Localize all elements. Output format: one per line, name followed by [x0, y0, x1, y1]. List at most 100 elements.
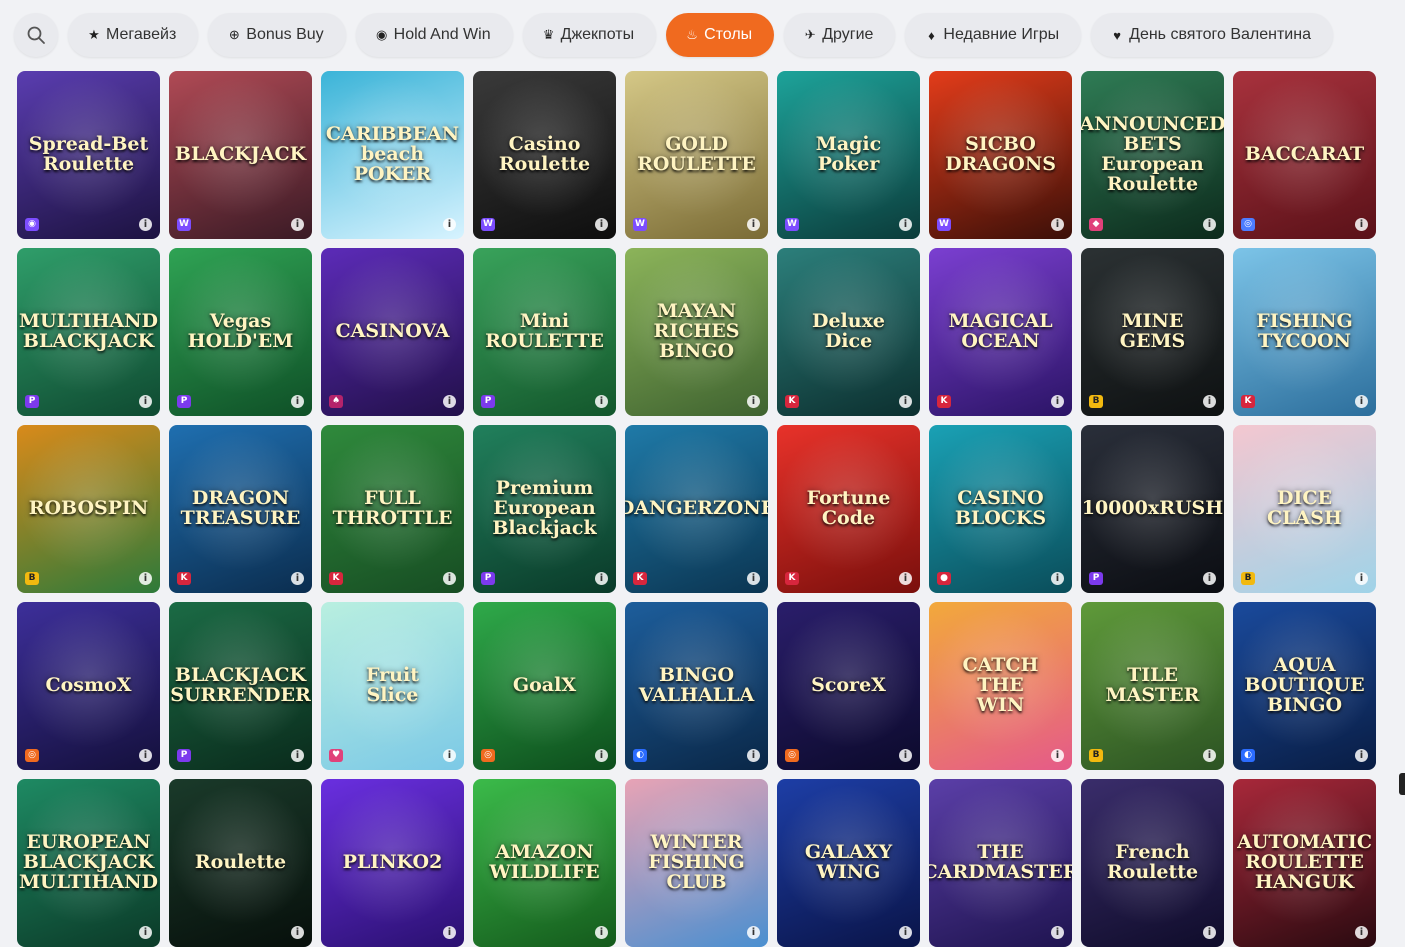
game-tile[interactable]: 10000xRUSH Pi: [1081, 425, 1224, 593]
info-icon[interactable]: i: [899, 749, 912, 762]
category-tab-3[interactable]: ♛ Джекпоты: [522, 13, 657, 57]
side-scroll-handle[interactable]: [1399, 773, 1405, 795]
info-icon[interactable]: i: [1203, 926, 1216, 939]
info-icon[interactable]: i: [747, 749, 760, 762]
game-tile[interactable]: BLACKJACK SURRENDER Pi: [169, 602, 312, 770]
category-tab-7[interactable]: ♥ День святого Валентина: [1091, 13, 1333, 57]
info-icon[interactable]: i: [595, 572, 608, 585]
game-tile[interactable]: EUROPEAN BLACKJACK MULTIHAND i: [17, 779, 160, 947]
game-tile[interactable]: GALAXY WING i: [777, 779, 920, 947]
info-icon[interactable]: i: [899, 572, 912, 585]
info-icon[interactable]: i: [139, 218, 152, 231]
game-tile[interactable]: DRAGON TREASURE Ki: [169, 425, 312, 593]
info-icon[interactable]: i: [747, 926, 760, 939]
game-tile[interactable]: French Roulette i: [1081, 779, 1224, 947]
info-icon[interactable]: i: [139, 926, 152, 939]
info-icon[interactable]: i: [747, 218, 760, 231]
info-icon[interactable]: i: [595, 749, 608, 762]
game-tile[interactable]: GOLD ROULETTE Wi: [625, 71, 768, 239]
info-icon[interactable]: i: [595, 926, 608, 939]
info-icon[interactable]: i: [1355, 218, 1368, 231]
info-icon[interactable]: i: [1203, 218, 1216, 231]
game-tile[interactable]: AUTOMATIC ROULETTE HANGUK i: [1233, 779, 1376, 947]
info-icon[interactable]: i: [1051, 218, 1064, 231]
game-tile[interactable]: CARIBBEAN beach POKER i: [321, 71, 464, 239]
info-icon[interactable]: i: [139, 749, 152, 762]
game-tile[interactable]: THE CARDMASTER i: [929, 779, 1072, 947]
info-icon[interactable]: i: [291, 749, 304, 762]
info-icon[interactable]: i: [899, 218, 912, 231]
category-tab-0[interactable]: ★ Мегавейз: [68, 13, 199, 57]
category-tab-5[interactable]: ✈ Другие: [784, 13, 896, 57]
info-icon[interactable]: i: [443, 749, 456, 762]
info-icon[interactable]: i: [1051, 749, 1064, 762]
info-icon[interactable]: i: [1203, 749, 1216, 762]
info-icon[interactable]: i: [1051, 572, 1064, 585]
info-icon[interactable]: i: [443, 572, 456, 585]
game-tile[interactable]: FISHING TYCOON Ki: [1233, 248, 1376, 416]
game-tile[interactable]: DANGERZONE Ki: [625, 425, 768, 593]
info-icon[interactable]: i: [139, 572, 152, 585]
game-tile[interactable]: SICBO DRAGONS Wi: [929, 71, 1072, 239]
game-tile[interactable]: Fruit Slice ♥ i: [321, 602, 464, 770]
info-icon[interactable]: i: [1355, 572, 1368, 585]
game-tile[interactable]: Deluxe Dice Ki: [777, 248, 920, 416]
search-button[interactable]: [14, 13, 58, 57]
info-icon[interactable]: i: [1051, 926, 1064, 939]
game-tile[interactable]: ANNOUNCED BETS European Roulette ◆ i: [1081, 71, 1224, 239]
game-tile[interactable]: Vegas HOLD'EM Pi: [169, 248, 312, 416]
game-tile[interactable]: BINGO VALHALLA ◐ i: [625, 602, 768, 770]
game-tile[interactable]: GoalX ◎ i: [473, 602, 616, 770]
info-icon[interactable]: i: [1355, 749, 1368, 762]
game-tile[interactable]: WINTER FISHING CLUB i: [625, 779, 768, 947]
info-icon[interactable]: i: [747, 395, 760, 408]
info-icon[interactable]: i: [139, 395, 152, 408]
info-icon[interactable]: i: [291, 395, 304, 408]
game-tile[interactable]: Mini ROULETTE Pi: [473, 248, 616, 416]
game-tile[interactable]: AQUA BOUTIQUE BINGO ◐ i: [1233, 602, 1376, 770]
category-tab-4[interactable]: ♨ Столы: [666, 13, 775, 57]
game-tile[interactable]: Premium European Blackjack Pi: [473, 425, 616, 593]
category-tab-2[interactable]: ◉ Hold And Win: [355, 13, 513, 57]
info-icon[interactable]: i: [747, 572, 760, 585]
info-icon[interactable]: i: [1203, 572, 1216, 585]
info-icon[interactable]: i: [443, 395, 456, 408]
game-tile[interactable]: CASINOVA ♠ i: [321, 248, 464, 416]
game-tile[interactable]: CASINO BLOCKS ● i: [929, 425, 1072, 593]
game-tile[interactable]: MAYAN RICHES BINGO i: [625, 248, 768, 416]
game-tile[interactable]: MAGICAL OCEAN Ki: [929, 248, 1072, 416]
info-icon[interactable]: i: [1355, 926, 1368, 939]
game-tile[interactable]: ROBOSPIN Bi: [17, 425, 160, 593]
game-tile[interactable]: PLINKO2 i: [321, 779, 464, 947]
game-tile[interactable]: AMAZON WILDLIFE i: [473, 779, 616, 947]
game-tile[interactable]: CATCH THE WIN i: [929, 602, 1072, 770]
game-tile[interactable]: ScoreX ◎ i: [777, 602, 920, 770]
game-tile[interactable]: BLACKJACK Wi: [169, 71, 312, 239]
category-tab-6[interactable]: ♦ Недавние Игры: [905, 13, 1082, 57]
info-icon[interactable]: i: [899, 926, 912, 939]
info-icon[interactable]: i: [443, 218, 456, 231]
game-tile[interactable]: Casino Roulette Wi: [473, 71, 616, 239]
info-icon[interactable]: i: [291, 926, 304, 939]
game-tile[interactable]: CosmoX ◎ i: [17, 602, 160, 770]
info-icon[interactable]: i: [291, 218, 304, 231]
info-icon[interactable]: i: [595, 218, 608, 231]
info-icon[interactable]: i: [595, 395, 608, 408]
game-tile[interactable]: MULTIHAND BLACKJACK Pi: [17, 248, 160, 416]
info-icon[interactable]: i: [443, 926, 456, 939]
game-tile[interactable]: Roulette i: [169, 779, 312, 947]
game-tile[interactable]: Spread-Bet Roulette ◉ i: [17, 71, 160, 239]
info-icon[interactable]: i: [1203, 395, 1216, 408]
info-icon[interactable]: i: [291, 572, 304, 585]
category-tab-1[interactable]: ⊕ Bonus Buy: [208, 13, 346, 57]
game-tile[interactable]: DICE CLASH Bi: [1233, 425, 1376, 593]
game-tile[interactable]: MINE GEMS Bi: [1081, 248, 1224, 416]
info-icon[interactable]: i: [1051, 395, 1064, 408]
game-tile[interactable]: Magic Poker Wi: [777, 71, 920, 239]
game-tile[interactable]: TILE MASTER Bi: [1081, 602, 1224, 770]
info-icon[interactable]: i: [1355, 395, 1368, 408]
game-tile[interactable]: Fortune Code Ki: [777, 425, 920, 593]
info-icon[interactable]: i: [899, 395, 912, 408]
game-tile[interactable]: BACCARAT ◎ i: [1233, 71, 1376, 239]
game-tile[interactable]: FULL THROTTLE Ki: [321, 425, 464, 593]
